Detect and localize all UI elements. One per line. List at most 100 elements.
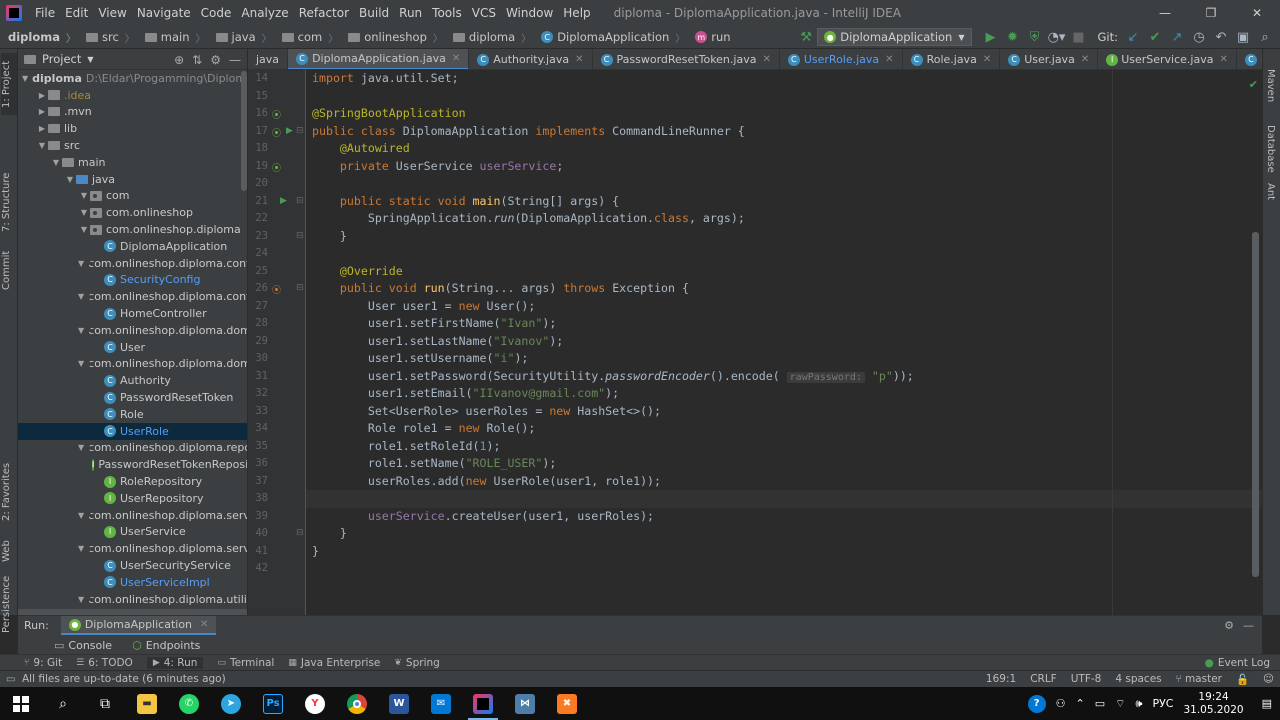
git-branch[interactable]: ⑂ master <box>1176 673 1222 685</box>
chevron-down-icon[interactable]: ▼ <box>87 55 93 64</box>
restore-icon[interactable]: ❐ <box>1188 0 1234 26</box>
code-line[interactable]: import java.util.Set; <box>312 70 459 88</box>
chevron-down-icon[interactable]: ▼ <box>78 359 84 368</box>
fold-marker-icon[interactable]: ⊟ <box>296 126 304 136</box>
xampp-icon[interactable]: ✖ <box>546 687 588 720</box>
tree-item[interactable]: C UserSecurityService <box>18 557 247 574</box>
code-line[interactable]: user1.setLastName("Ivanov"); <box>312 333 563 351</box>
code-line[interactable]: SpringApplication.run(DiplomaApplication… <box>312 210 745 228</box>
spring-bean-icon[interactable]: ⦿ <box>272 161 281 174</box>
spring-bean-icon[interactable]: ⦿ <box>272 108 281 121</box>
collapse-icon[interactable]: ⇅ <box>192 53 202 67</box>
git-commit-icon[interactable]: ✔ <box>1144 30 1166 45</box>
tree-item[interactable]: I UserService <box>18 524 247 541</box>
code-line[interactable]: user1.setEmail("IIvanov@gmail.com"); <box>312 385 619 403</box>
code-line[interactable]: user1.setFirstName("Ivan"); <box>312 315 557 333</box>
tree-item[interactable]: ▼ com.onlineshop <box>18 204 247 221</box>
menu-item-analyze[interactable]: Analyze <box>236 0 293 26</box>
menu-item-help[interactable]: Help <box>558 0 595 26</box>
bottom-tool-spring[interactable]: ❦ Spring <box>394 657 439 669</box>
chevron-down-icon[interactable]: ▼ <box>78 326 84 335</box>
profile-icon[interactable]: ◔▾ <box>1046 30 1068 45</box>
intellij-idea-icon[interactable] <box>462 687 504 720</box>
editor-gutter[interactable]: 14 15 16 17 18 19 20 21 22 23 24 25 26 27 28 29 30 31 32 33… <box>248 70 306 615</box>
run-icon[interactable]: ▶ <box>980 30 1002 45</box>
code-line[interactable]: } <box>312 543 319 561</box>
tree-item[interactable]: C HomeController <box>18 305 247 322</box>
code-line[interactable]: @SpringBootApplication <box>312 105 466 123</box>
run-gutter-icon[interactable]: ▶ <box>280 196 287 206</box>
code-line[interactable]: } <box>312 525 347 543</box>
tree-item[interactable]: C DiplomaApplication <box>18 238 247 255</box>
bottom-tool-terminal[interactable]: ▭ Terminal <box>217 657 274 669</box>
debug-icon[interactable]: ✹ <box>1002 30 1024 45</box>
code-line[interactable]: role1.setName("ROLE_USER"); <box>312 455 556 473</box>
chevron-down-icon[interactable]: ▼ <box>50 158 62 167</box>
hide-icon[interactable]: — <box>1243 619 1254 632</box>
chevron-down-icon[interactable]: ▼ <box>78 544 84 553</box>
chevron-down-icon[interactable]: ▼ <box>78 259 84 268</box>
persistence-tool-tab[interactable]: Persistence <box>1 575 17 633</box>
editor-tab[interactable]: java <box>248 49 289 69</box>
ant-tool-tab[interactable]: Ant <box>1265 183 1276 200</box>
build-hammer-icon[interactable]: ⚒ <box>795 30 817 45</box>
web-tool-tab[interactable]: Web <box>1 533 17 569</box>
close-icon[interactable]: ✕ <box>200 619 208 630</box>
editor-tab[interactable]: C Role.java ✕ <box>903 49 1001 69</box>
menu-item-build[interactable]: Build <box>354 0 394 26</box>
tree-item[interactable]: ▼ main <box>18 154 247 171</box>
photoshop-icon[interactable]: Ps <box>252 687 294 720</box>
maven-tool-tab[interactable]: Maven <box>1265 69 1276 102</box>
editor-tab[interactable]: C DiplomaApplication.java ✕ <box>288 49 470 69</box>
menu-item-refactor[interactable]: Refactor <box>294 0 354 26</box>
chevron-right-icon[interactable]: ▶ <box>36 107 48 116</box>
clock[interactable]: 19:24 31.05.2020 <box>1183 691 1243 717</box>
yandex-browser-icon[interactable]: Y <box>294 687 336 720</box>
event-log-button[interactable]: ● Event Log <box>1205 657 1270 669</box>
editor-tab[interactable]: C Authority.java ✕ <box>469 49 593 69</box>
console-tab[interactable]: ▭ Console <box>54 639 112 652</box>
code-line[interactable]: public void run(String... args) throws E… <box>312 280 689 298</box>
tree-item[interactable]: ▶ .idea <box>18 87 247 104</box>
code-line[interactable]: user1.setPassword(SecurityUtility.passwo… <box>312 368 914 386</box>
chevron-down-icon[interactable]: ▼ <box>78 443 84 452</box>
menu-item-vcs[interactable]: VCS <box>467 0 501 26</box>
inspector-icon[interactable]: ☺ <box>1263 673 1274 685</box>
chevron-down-icon[interactable]: ▼ <box>36 141 48 150</box>
run-config-select[interactable]: ● DiplomaApplication ▼ <box>817 28 972 46</box>
caret-position[interactable]: 169:1 <box>986 673 1016 685</box>
close-icon[interactable]: ✕ <box>452 53 460 64</box>
minimize-icon[interactable]: — <box>1142 0 1188 26</box>
menu-item-navigate[interactable]: Navigate <box>132 0 196 26</box>
tree-item[interactable]: ▼ com.onlineshop.diploma.doma <box>18 322 247 339</box>
bottom-tool-javaenterprise[interactable]: ▦ Java Enterprise <box>288 657 380 669</box>
close-icon[interactable]: ✕ <box>762 54 770 65</box>
code-line[interactable]: @Autowired <box>312 140 410 158</box>
tree-item[interactable]: ▼ diploma D:\Eldar\Progamming\DiplomaPr <box>18 70 247 87</box>
close-icon[interactable]: ✕ <box>1081 54 1089 65</box>
breadcrumb-item[interactable]: onlineshop 〉 <box>340 30 445 45</box>
indent-setting[interactable]: 4 spaces <box>1115 673 1161 685</box>
menu-item-window[interactable]: Window <box>501 0 558 26</box>
bottom-tool-todo[interactable]: ☰ 6: TODO <box>76 657 133 669</box>
tree-item[interactable]: I RoleRepository <box>18 473 247 490</box>
code-line[interactable]: } <box>312 228 347 246</box>
tree-item[interactable]: ▼ com.onlineshop.diploma.contro <box>18 288 247 305</box>
editor-tab[interactable]: I UserService.java ✕ <box>1098 49 1237 69</box>
project-scrollbar[interactable] <box>241 71 247 191</box>
code-line[interactable]: private UserService userService; <box>312 158 563 176</box>
structure-tool-tab[interactable]: 7: Structure <box>1 169 17 235</box>
tree-item[interactable]: ▼ com.onlineshop.diploma.doma <box>18 356 247 373</box>
people-icon[interactable]: ⚇ <box>1056 697 1066 710</box>
fold-marker-icon[interactable]: ⊟ <box>296 528 304 538</box>
stop-icon[interactable]: ■ <box>1068 30 1090 45</box>
tree-item[interactable]: ▼ com.onlineshop.diploma.servic <box>18 540 247 557</box>
override-icon[interactable]: ⦿ <box>272 283 281 296</box>
chevron-down-icon[interactable]: ▼ <box>78 225 90 234</box>
menu-item-run[interactable]: Run <box>394 0 427 26</box>
chevron-down-icon[interactable]: ▼ <box>78 292 84 301</box>
tree-item[interactable]: I UserRepository <box>18 490 247 507</box>
code-line[interactable]: @Override <box>312 263 403 281</box>
search-icon[interactable]: ⌕ <box>42 687 84 720</box>
tree-item[interactable]: C Role <box>18 406 247 423</box>
